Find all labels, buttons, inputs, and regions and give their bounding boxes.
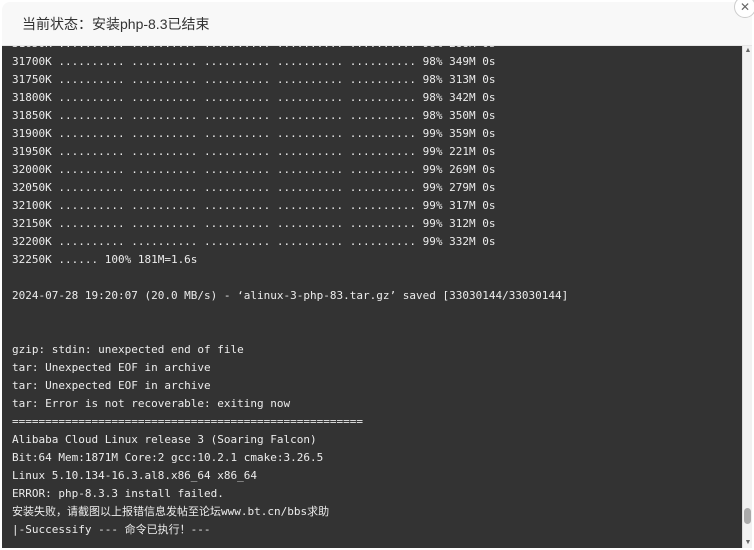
console-line: 31850K .......... .......... .......... …: [12, 109, 496, 122]
console-line: Bit:64 Mem:1871M Core:2 gcc:10.2.1 cmake…: [12, 451, 324, 464]
console-line: 31750K .......... .......... .......... …: [12, 73, 496, 86]
console-line: 32000K .......... .......... .......... …: [12, 163, 496, 176]
scroll-up-arrow-icon[interactable]: ▲: [743, 46, 753, 56]
console-line: 32250K ...... 100% 181M=1.6s: [12, 253, 198, 266]
dialog-header: 当前状态：安装php-8.3已结束: [2, 2, 752, 46]
dialog-title: 当前状态：安装php-8.3已结束: [22, 15, 210, 32]
scroll-down-arrow-icon[interactable]: ▼: [743, 538, 753, 548]
console-line: ERROR: php-8.3.3 install failed.: [12, 487, 224, 500]
console-line: 31950K .......... .......... .......... …: [12, 145, 496, 158]
console-line: ========================================…: [12, 415, 363, 428]
console-line: 31800K .......... .......... .......... …: [12, 91, 496, 104]
console-line: 2024-07-28 19:20:07 (20.0 MB/s) - ‘alinu…: [12, 289, 569, 302]
console-line: 31700K .......... .......... .......... …: [12, 55, 496, 68]
console-line: tar: Error is not recoverable: exiting n…: [12, 397, 291, 410]
console-line: tar: Unexpected EOF in archive: [12, 379, 211, 392]
console-line: Linux 5.10.134-16.3.al8.x86_64 x86_64: [12, 469, 258, 482]
vertical-scrollbar[interactable]: ▲ ▼: [742, 46, 752, 548]
console-line: 32150K .......... .......... .......... …: [12, 217, 496, 230]
console-line: Alibaba Cloud Linux release 3 (Soaring F…: [12, 433, 317, 446]
scroll-thumb[interactable]: [744, 508, 751, 525]
console-line: 31900K .......... .......... .......... …: [12, 127, 496, 140]
console-line: 31650K .......... .......... .......... …: [12, 46, 742, 53]
console-line: |-Successify --- 命令已执行！---: [12, 523, 211, 536]
console-line: tar: Unexpected EOF in archive: [12, 361, 211, 374]
console-line: 安装失败，请截图以上报错信息发帖至论坛www.bt.cn/bbs求助: [12, 505, 330, 518]
console-line: 32200K .......... .......... .......... …: [12, 235, 496, 248]
console-line: 32100K .......... .......... .......... …: [12, 199, 496, 212]
console-output[interactable]: 31650K .......... .......... .......... …: [2, 46, 742, 548]
console-line: 32050K .......... .......... .......... …: [12, 181, 496, 194]
close-icon[interactable]: ✕: [734, 0, 754, 18]
console-line: gzip: stdin: unexpected end of file: [12, 343, 244, 356]
install-status-dialog: 当前状态：安装php-8.3已结束 ✕ 31650K .......... ..…: [0, 0, 754, 550]
console-log: 31650K .......... .......... .......... …: [12, 46, 742, 539]
